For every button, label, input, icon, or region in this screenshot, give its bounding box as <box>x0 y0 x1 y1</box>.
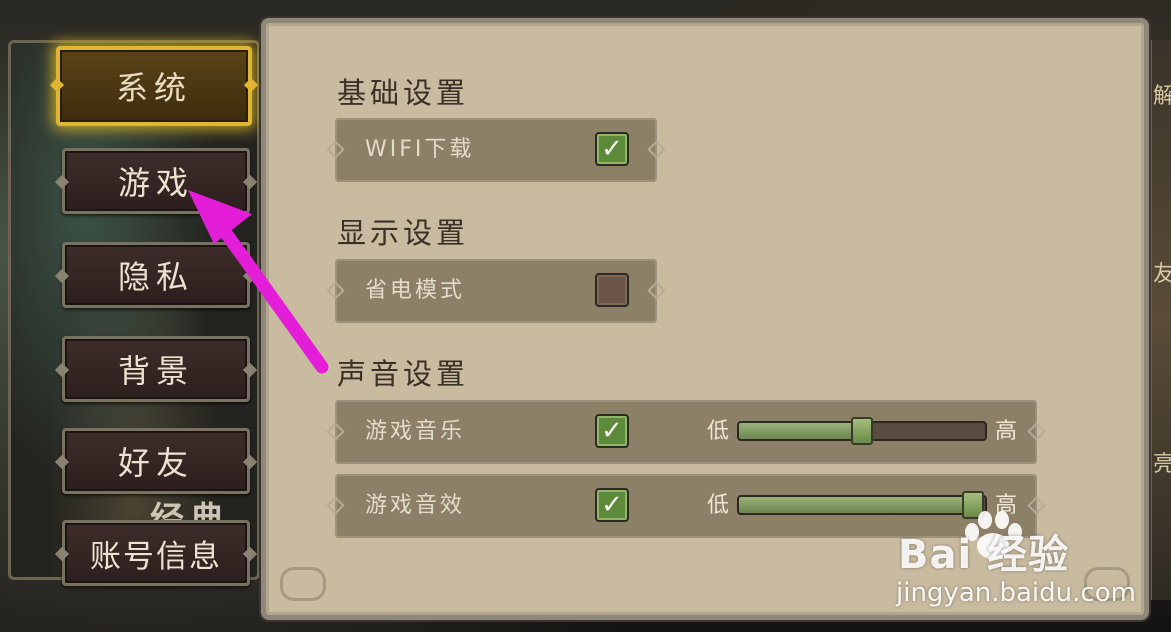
watermark-logo: Bai 经验 <box>898 532 1070 578</box>
watermark-url: jingyan.baidu.com <box>896 578 1136 608</box>
